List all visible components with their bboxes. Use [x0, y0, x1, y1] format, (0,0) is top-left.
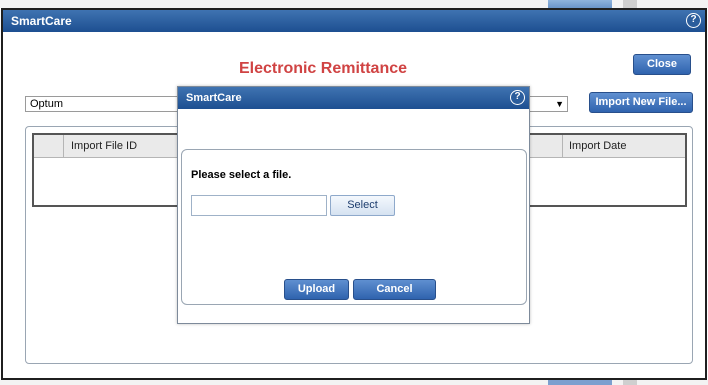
file-select-prompt: Please select a file. [191, 169, 292, 181]
background-button [548, 380, 612, 385]
main-dialog-title: SmartCare [11, 14, 72, 28]
cancel-button[interactable]: Cancel [353, 279, 436, 300]
page-title: Electronic Remittance [238, 60, 408, 77]
file-select-titlebar: SmartCare ? [178, 87, 529, 109]
help-icon[interactable]: ? [510, 90, 525, 105]
select-file-button[interactable]: Select [330, 195, 395, 216]
main-dialog-titlebar: SmartCare ? [3, 10, 705, 32]
background-button [548, 0, 612, 8]
grid-header-checkbox-column [34, 135, 64, 158]
background-scrollbar [623, 0, 637, 8]
chevron-down-icon[interactable]: ▼ [555, 97, 564, 111]
upload-button[interactable]: Upload [284, 279, 349, 300]
close-button[interactable]: Close [633, 54, 691, 75]
payer-select-value: Optum [30, 98, 64, 110]
file-path-input[interactable] [191, 195, 327, 216]
background-page-top [0, 0, 708, 8]
grid-header-import-date[interactable]: Import Date [562, 135, 689, 158]
import-new-file-button[interactable]: Import New File... [589, 92, 693, 113]
file-select-dialog: SmartCare ? Please select a file. Select… [177, 86, 530, 324]
background-scrollbar [623, 380, 637, 385]
help-icon[interactable]: ? [686, 13, 701, 28]
file-select-title: SmartCare [186, 92, 242, 104]
file-select-panel: Please select a file. Select Upload Canc… [181, 149, 527, 305]
grid-header-import-file-id[interactable]: Import File ID [65, 135, 185, 158]
background-page-bottom [0, 380, 708, 385]
